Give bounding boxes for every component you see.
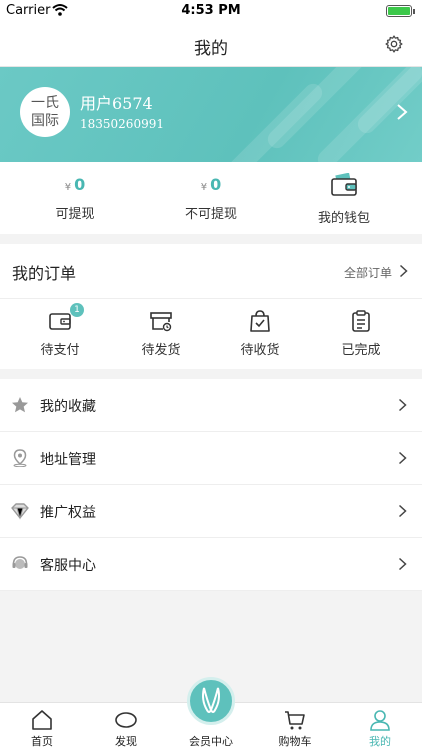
- balance-panel: ¥0 可提现 ¥0 不可提现 我的钱包: [0, 162, 422, 234]
- battery-icon: [386, 5, 415, 17]
- tab-label: 首页: [31, 735, 53, 748]
- menu-item-promotion[interactable]: 推广权益: [0, 485, 422, 538]
- menu-item-customer-service[interactable]: 客服中心: [0, 538, 422, 591]
- clock: 4:53 PM: [181, 3, 241, 18]
- order-pending-payment[interactable]: 1 待支付: [10, 303, 110, 359]
- tab-home[interactable]: 首页: [0, 703, 84, 750]
- all-orders-link[interactable]: 全部订单: [344, 264, 392, 281]
- member-center-button[interactable]: [187, 677, 235, 725]
- decorative-stripe: [354, 67, 422, 137]
- status-bar: Carrier 4:53 PM: [0, 0, 422, 22]
- menu-item-favorites[interactable]: 我的收藏: [0, 379, 422, 432]
- profile-banner[interactable]: 一氏 国际 用户6574 18350260991: [0, 67, 422, 162]
- tab-discover[interactable]: 发现: [84, 703, 168, 750]
- non-withdrawable-balance[interactable]: ¥0 不可提现: [141, 162, 281, 234]
- location-pin-icon: [13, 449, 27, 467]
- shopping-bag-icon: [250, 310, 270, 332]
- page-title: 我的: [194, 39, 228, 59]
- settings-gear-icon[interactable]: [384, 34, 404, 54]
- home-icon: [32, 710, 52, 730]
- tab-mine[interactable]: 我的: [338, 703, 422, 750]
- wallet-icon: [331, 172, 357, 196]
- tab-label: 我的: [369, 735, 391, 748]
- tab-cart[interactable]: 购物车: [253, 703, 337, 750]
- withdrawable-balance[interactable]: ¥0 可提现: [5, 162, 145, 234]
- chevron-right-icon: [398, 398, 407, 412]
- star-icon: [12, 397, 28, 413]
- order-status-label: 待发货: [141, 343, 181, 358]
- currency-symbol: ¥: [64, 182, 72, 193]
- chevron-right-icon: [397, 104, 408, 120]
- wallet-label: 我的钱包: [317, 211, 370, 226]
- avatar-logo-line2: 国际: [31, 113, 59, 129]
- withdrawable-amount: 0: [74, 175, 86, 194]
- phone-number: 18350260991: [80, 117, 164, 131]
- tab-label: 购物车: [278, 735, 312, 748]
- avatar[interactable]: 一氏 国际: [20, 87, 70, 137]
- order-status-label: 待收货: [240, 343, 280, 358]
- menu-item-label: 客服中心: [40, 558, 96, 574]
- order-pending-shipment[interactable]: 待发货: [111, 309, 211, 359]
- package-icon: [150, 312, 172, 332]
- pending-payment-badge: 1: [70, 303, 84, 317]
- my-wallet[interactable]: 我的钱包: [274, 162, 414, 234]
- chevron-right-icon: [398, 557, 407, 571]
- tab-label: 发现: [115, 735, 137, 748]
- orders-title: 我的订单: [12, 264, 77, 283]
- menu-item-label: 地址管理: [40, 452, 96, 468]
- diamond-icon: [11, 503, 29, 520]
- currency-symbol: ¥: [200, 182, 208, 193]
- order-status-label: 待支付: [40, 343, 80, 358]
- order-completed[interactable]: 已完成: [311, 309, 411, 359]
- menu-item-label: 我的收藏: [40, 399, 96, 415]
- chevron-right-icon: [398, 451, 407, 465]
- chevron-right-icon: [398, 504, 407, 518]
- wallet-icon: [49, 313, 71, 330]
- order-status-label: 已完成: [341, 343, 381, 358]
- cart-icon: [285, 711, 305, 730]
- user-icon: [370, 710, 390, 731]
- orders-card: 我的订单 全部订单 1 待支付 待发货 待收货 已完成: [0, 244, 422, 369]
- headset-icon: [12, 556, 28, 569]
- orders-header: 我的订单 全部订单: [0, 244, 422, 299]
- tab-bar: 首页 发现 会员中心 购物车 我的: [0, 677, 422, 750]
- nav-bar: 我的: [0, 22, 422, 67]
- eye-icon: [115, 712, 137, 728]
- settings-menu: 我的收藏 地址管理 推广权益 客服中心: [0, 379, 422, 591]
- decorative-stripe: [214, 80, 326, 162]
- menu-item-address[interactable]: 地址管理: [0, 432, 422, 485]
- non-withdrawable-label: 不可提现: [184, 207, 237, 222]
- tab-label[interactable]: 会员中心: [169, 733, 253, 749]
- rabbit-icon: [202, 687, 220, 713]
- clipboard-icon: [352, 310, 370, 332]
- non-withdrawable-amount: 0: [210, 175, 222, 194]
- chevron-right-icon[interactable]: [399, 264, 408, 278]
- withdrawable-label: 可提现: [55, 207, 95, 222]
- menu-item-label: 推广权益: [40, 505, 96, 521]
- avatar-logo-line1: 一氏: [31, 95, 59, 111]
- order-pending-receipt[interactable]: 待收货: [210, 309, 310, 359]
- username: 用户6574: [80, 94, 153, 113]
